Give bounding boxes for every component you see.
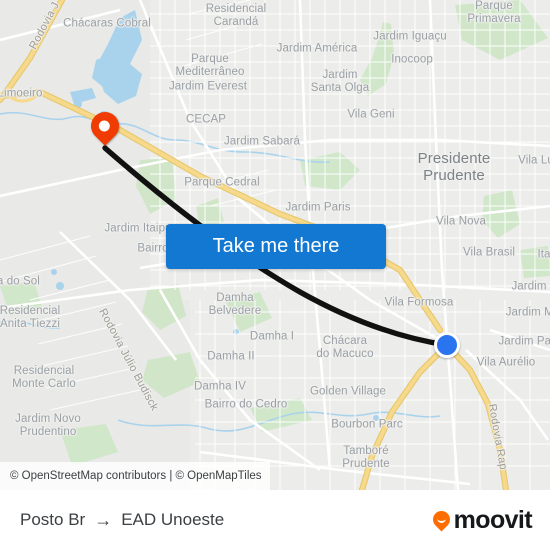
moovit-route-map-screen: Rodovia J Chácaras Cobral Residencial Cara… — [0, 0, 550, 550]
map-attribution[interactable]: © OpenStreetMap contributors | © OpenMap… — [0, 462, 270, 490]
take-me-there-button[interactable]: Take me there — [166, 224, 386, 269]
map-pin-center-dot — [96, 118, 113, 134]
route-summary: Posto Br → EAD Unoeste — [20, 510, 224, 530]
moovit-logo[interactable]: moovit — [429, 505, 533, 534]
moovit-pin-icon — [429, 506, 454, 532]
route-origin-label: Posto Br — [20, 510, 86, 529]
moovit-wordmark: moovit — [453, 505, 533, 534]
destination-circle-icon — [434, 332, 460, 358]
arrow-right-icon: → — [94, 510, 113, 530]
map-canvas[interactable]: Rodovia J Chácaras Cobral Residencial Cara… — [0, 0, 550, 490]
footer-bar: Posto Br → EAD Unoeste moovit — [0, 490, 550, 550]
route-destination-label: EAD Unoeste — [121, 510, 225, 529]
moovit-pin-smile — [436, 516, 446, 523]
